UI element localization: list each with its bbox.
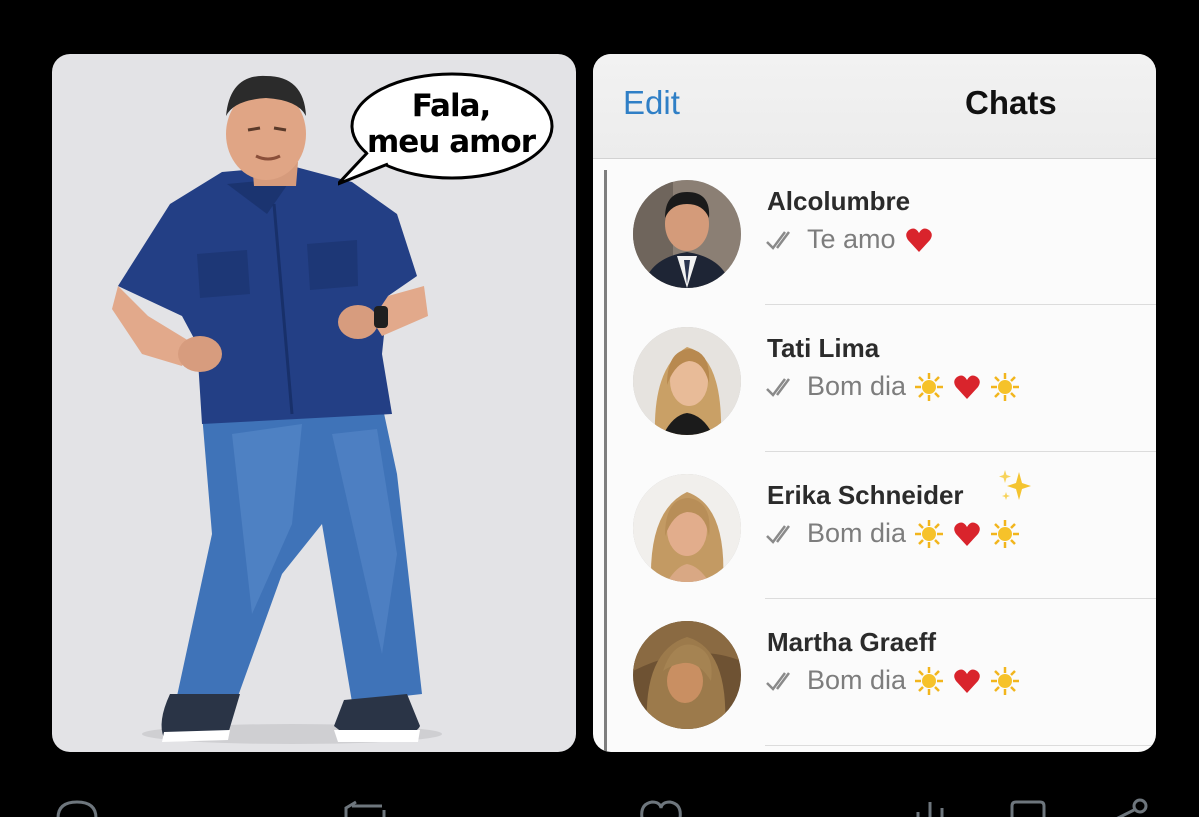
bookmark-icon[interactable] — [1006, 798, 1050, 817]
chat-row-erika-schneider[interactable]: Erika Schneider Bom dia — [593, 452, 1156, 599]
speech-line-2: meu amor — [367, 124, 536, 160]
preview-text: Bom dia — [807, 665, 907, 695]
avatar — [633, 327, 741, 435]
chat-name: Tati Lima — [767, 333, 880, 363]
post-action-bar — [0, 790, 1199, 817]
row-divider — [765, 745, 1156, 746]
chat-name: Martha Graeff — [767, 627, 937, 657]
edit-button[interactable]: Edit — [623, 84, 680, 122]
chat-preview: Bom dia — [765, 665, 1020, 696]
chat-name: Alcolumbre — [767, 186, 911, 216]
chat-header: Edit Chats — [593, 54, 1156, 159]
speech-bubble: Fala, meu amor — [338, 68, 556, 186]
chat-list: Alcolumbre Te amo Tati Lima Bom dia Erik… — [593, 158, 1156, 746]
preview-text: Bom dia — [807, 518, 907, 548]
like-icon[interactable] — [636, 798, 686, 817]
red-heart-icon — [954, 669, 980, 693]
chat-row-martha-graeff[interactable]: Martha Graeff Bom dia — [593, 599, 1156, 746]
double-check-icon — [766, 377, 790, 397]
chat-list-panel[interactable]: Edit Chats Alcolumbre Te amo Tati Lima B… — [593, 54, 1156, 752]
chat-preview: Bom dia — [765, 518, 1020, 549]
avatar — [633, 180, 741, 288]
sun-icon — [915, 372, 944, 401]
chat-row-tati-lima[interactable]: Tati Lima Bom dia — [593, 305, 1156, 452]
sun-icon — [991, 519, 1020, 548]
meme-image-panel[interactable]: Fala, meu amor — [52, 54, 576, 752]
avatar — [633, 621, 741, 729]
sun-icon — [991, 666, 1020, 695]
double-check-icon — [766, 230, 790, 250]
red-heart-icon — [954, 375, 980, 399]
page-title: Chats — [965, 84, 1057, 121]
stats-icon[interactable] — [910, 798, 950, 817]
speech-text: Fala, meu amor — [356, 88, 546, 160]
chat-preview: Bom dia — [765, 371, 1020, 402]
chat-row-alcolumbre[interactable]: Alcolumbre Te amo — [593, 158, 1156, 305]
sun-icon — [915, 519, 944, 548]
double-check-icon — [766, 524, 790, 544]
sparkles-icon — [999, 470, 1031, 500]
preview-text: Bom dia — [807, 371, 907, 401]
red-heart-icon — [905, 228, 932, 252]
preview-text: Te amo — [807, 224, 896, 254]
retweet-icon[interactable] — [342, 798, 392, 817]
speech-line-1: Fala, — [411, 88, 492, 124]
reply-icon[interactable] — [52, 798, 102, 817]
chat-preview: Te amo — [765, 224, 934, 255]
sun-icon — [991, 372, 1020, 401]
share-icon[interactable] — [1100, 798, 1150, 817]
avatar — [633, 474, 741, 582]
red-heart-icon — [954, 522, 980, 546]
double-check-icon — [766, 671, 790, 691]
post-media: Fala, meu amor Edit Chats Alcolumbre Te … — [0, 0, 1199, 817]
sun-icon — [915, 666, 944, 695]
chat-name: Erika Schneider — [767, 480, 964, 510]
